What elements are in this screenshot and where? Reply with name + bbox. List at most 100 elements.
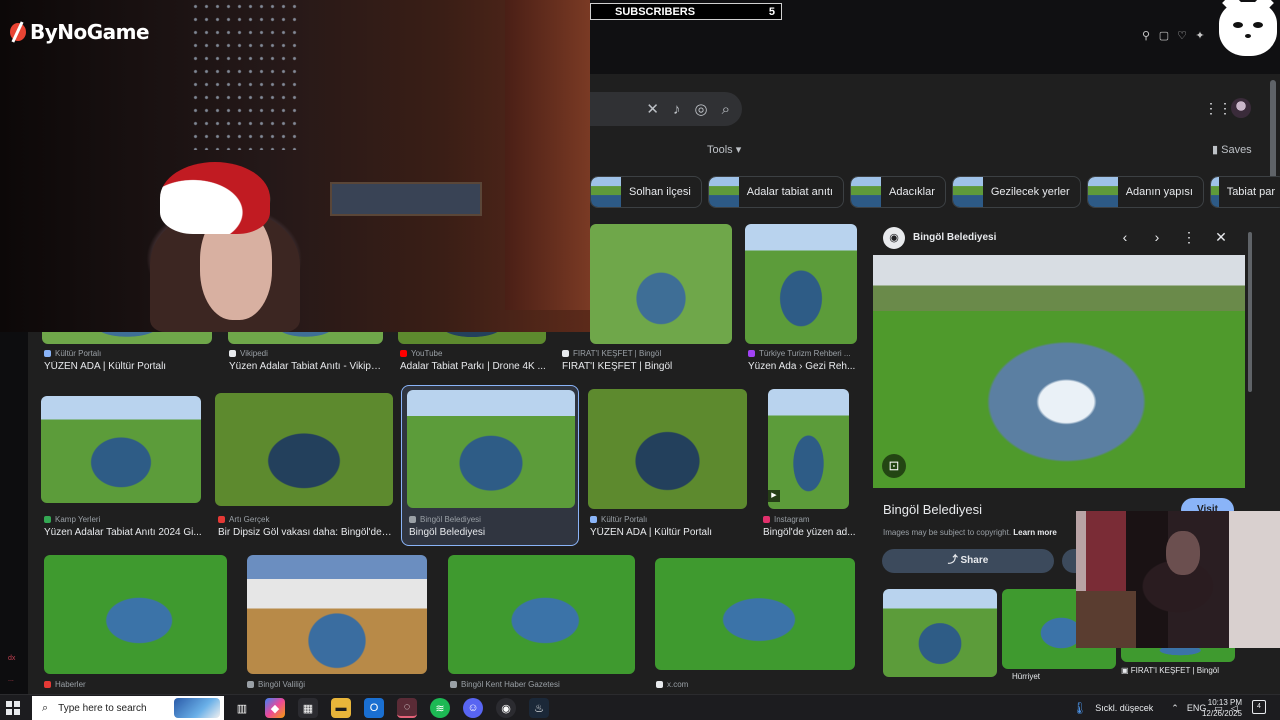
panel-title[interactable]: Bingöl Belediyesi (883, 502, 982, 517)
panel-scrollbar[interactable] (1248, 232, 1252, 392)
taskbar-search-placeholder: Type here to search (58, 702, 147, 714)
search-highlight-image (174, 698, 220, 718)
result-image[interactable] (655, 558, 855, 670)
file-explorer-icon[interactable]: ▬ (331, 698, 351, 718)
result-caption[interactable]: FIRAT'I KEŞFET | Bingöl FIRAT'I KEŞFET |… (562, 349, 732, 372)
obs-icon[interactable]: ◉ (496, 698, 516, 718)
result-caption[interactable]: Bingöl Valiliği (247, 680, 427, 689)
brand-logo-icon (8, 21, 26, 43)
favicon (218, 516, 225, 523)
favicon (229, 350, 236, 357)
taskbar-search[interactable]: ⌕ Type here to search (32, 696, 224, 720)
outlook-icon[interactable]: O (364, 698, 384, 718)
related-caption[interactable]: Hürriyet (1012, 672, 1040, 681)
chip[interactable]: Adacıklar (850, 176, 946, 208)
chip[interactable]: Adanın yapısı (1086, 176, 1204, 208)
search-icon[interactable]: ⌕ (722, 101, 730, 118)
webcam-table (330, 182, 482, 216)
task-view-icon[interactable]: ▥ (232, 698, 252, 718)
result-image[interactable] (768, 389, 849, 509)
santa-hat (160, 162, 270, 234)
subscribers-label: SUBSCRIBERS (615, 5, 696, 18)
clear-icon[interactable]: ✕ (646, 100, 659, 118)
favicon (44, 516, 51, 523)
preview-image[interactable] (873, 255, 1245, 488)
result-image[interactable] (588, 389, 747, 509)
account-avatar[interactable] (1231, 98, 1251, 118)
weather-text[interactable]: Sıckl. düşecek (1095, 703, 1153, 713)
learn-more-link[interactable]: Learn more (1013, 528, 1057, 537)
related-caption[interactable]: ▣ FIRAT'I KEŞFET | Bingöl (1121, 666, 1219, 675)
result-caption[interactable]: Kültür Portalı YÜZEN ADA | Kültür Portal… (44, 349, 214, 372)
browser-app-icon[interactable]: ◌ (397, 698, 417, 718)
browser-extension-icons: ⚲ ▢ ♡ ✦ (1140, 30, 1206, 42)
result-image[interactable] (247, 555, 427, 674)
clock[interactable]: 10:13 PM 12/26/2025 (1196, 697, 1242, 719)
result-image[interactable] (590, 224, 732, 344)
chip[interactable]: Adalar tabiat anıtı (707, 176, 844, 208)
panel-site-name[interactable]: Bingöl Belediyesi (913, 232, 996, 243)
result-caption[interactable]: x.com (656, 680, 806, 689)
pin-icon[interactable]: ⚲ (1140, 30, 1152, 42)
favicon (450, 681, 457, 688)
saves-link[interactable]: ▮ Saves (1212, 143, 1252, 156)
heart-icon[interactable]: ♡ (1176, 30, 1188, 42)
store-icon[interactable]: ▦ (298, 698, 318, 718)
more-options-icon[interactable]: ⋮ (1182, 229, 1196, 246)
result-caption[interactable]: Artı Gerçek Bir Dipsiz Göl vakası daha: … (218, 515, 393, 538)
panel-navigation: ‹ › ⋮ ✕ (1118, 229, 1228, 246)
related-image[interactable] (883, 589, 997, 677)
result-caption[interactable]: Türkiye Turizm Rehberi ... Yüzen Ada › G… (748, 349, 860, 372)
copilot-icon[interactable]: ◆ (265, 698, 285, 718)
result-caption[interactable]: Bingöl Belediyesi Bingöl Belediyesi (409, 515, 574, 538)
result-image[interactable] (448, 555, 635, 674)
share-button[interactable]: ⤴ Share (882, 549, 1054, 573)
discord-icon[interactable]: ☺ (463, 698, 483, 718)
tray-expand-icon[interactable]: ⌃ (1171, 703, 1179, 714)
favicon (748, 350, 755, 357)
result-caption[interactable]: Bingöl Kent Haber Gazetesi (450, 680, 635, 689)
notification-badge[interactable]: 4 (1252, 700, 1266, 714)
mascot-logo (1219, 0, 1277, 56)
side-indicator: ... (8, 676, 14, 683)
result-caption[interactable]: Kamp Yerleri Yüzen Adalar Tabiat Anıtı 2… (44, 515, 204, 538)
subscriber-goal-bar: SUBSCRIBERS 5 (590, 3, 782, 20)
result-image[interactable] (407, 390, 575, 508)
search-icon: ⌕ (42, 701, 49, 714)
clock-date: 12/26/2025 (1201, 709, 1242, 718)
chevron-left-icon[interactable]: ‹ (1118, 229, 1132, 246)
result-image[interactable] (44, 555, 227, 674)
result-caption[interactable]: Vikipedi Yüzen Adalar Tabiat Anıtı - Vik… (229, 349, 384, 372)
secondary-webcam (1076, 511, 1280, 648)
chip[interactable]: Gezilecek yerler (951, 176, 1081, 208)
result-caption[interactable]: Haberler (44, 680, 224, 689)
spotify-icon[interactable]: ≋ (430, 698, 450, 718)
result-image[interactable] (745, 224, 857, 344)
tools-menu[interactable]: Tools ▾ (707, 143, 741, 156)
chip[interactable]: Tabiat par (1210, 176, 1280, 208)
result-caption[interactable]: Instagram Bingöl'de yüzen ad... (763, 515, 863, 538)
lens-icon[interactable]: ◎ (695, 100, 708, 118)
close-icon[interactable]: ✕ (1214, 229, 1228, 246)
steam-icon[interactable]: ♨ (529, 698, 549, 718)
favicon (400, 350, 407, 357)
result-caption[interactable]: Kültür Portalı YÜZEN ADA | Kültür Portal… (590, 515, 750, 538)
puzzle-icon[interactable]: ✦ (1194, 30, 1206, 42)
lens-search-icon[interactable]: ⊡ (882, 454, 906, 478)
result-caption[interactable]: YouTube Adalar Tabiat Parkı | Drone 4K .… (400, 349, 546, 372)
microphone-icon[interactable]: ♪ (673, 101, 681, 118)
favicon (562, 350, 569, 357)
brand-name: ByNoGame (30, 20, 150, 44)
chip[interactable]: Solhan ilçesi (590, 176, 702, 208)
result-image[interactable] (215, 393, 393, 506)
subscribers-count: 5 (768, 5, 775, 18)
site-logo: ◉ (883, 227, 905, 249)
weather-icon[interactable]: 🌡 (1072, 701, 1087, 715)
favicon (247, 681, 254, 688)
windows-start-icon[interactable] (6, 701, 20, 715)
crop-icon[interactable]: ▢ (1158, 30, 1170, 42)
chevron-right-icon[interactable]: › (1150, 229, 1164, 246)
related-search-chips: Solhan ilçesi Adalar tabiat anıtı Adacık… (590, 176, 1280, 208)
result-image[interactable] (41, 396, 201, 503)
apps-grid-icon[interactable]: ⋮⋮ (1204, 101, 1232, 115)
